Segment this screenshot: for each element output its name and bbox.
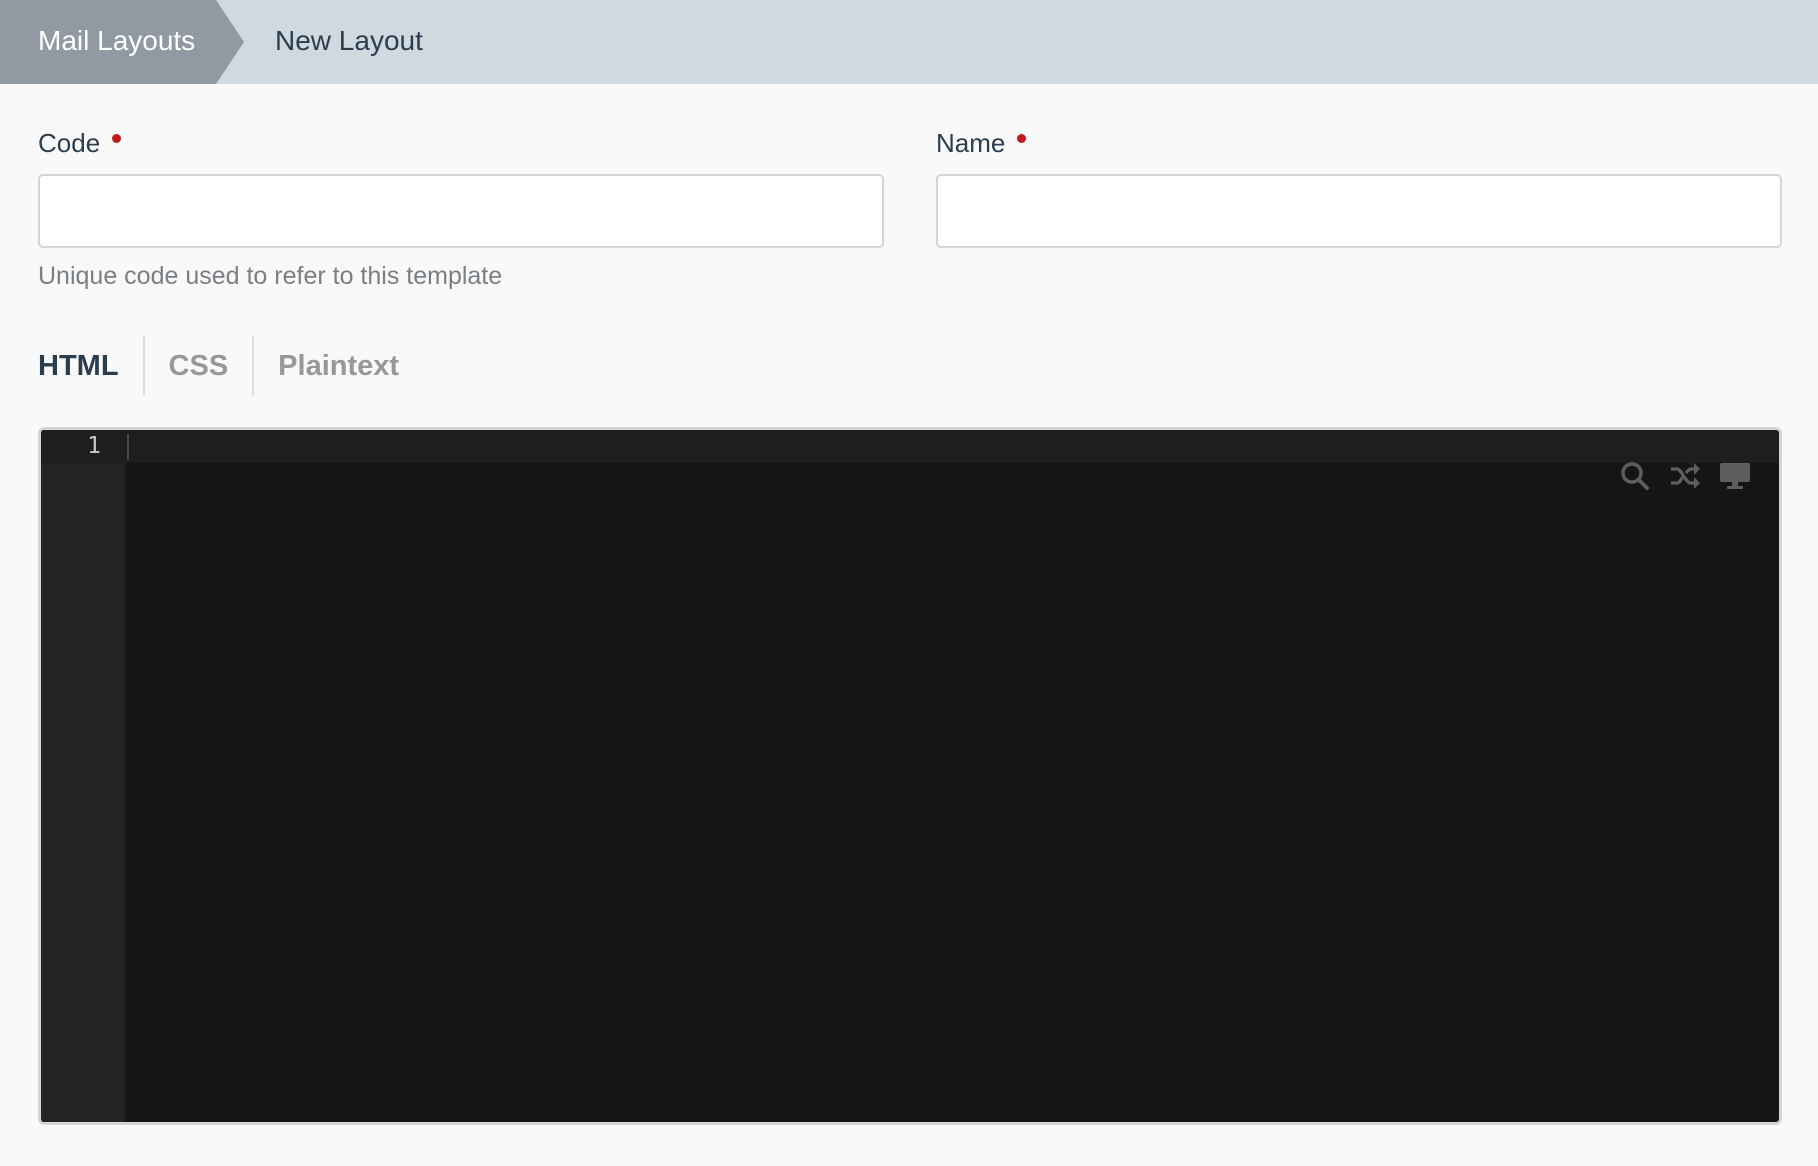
name-input[interactable] — [936, 174, 1782, 248]
breadcrumb: Mail Layouts New Layout — [0, 0, 1818, 84]
tab-css[interactable]: CSS — [142, 336, 253, 396]
search-icon[interactable] — [1619, 460, 1651, 492]
line-number: 1 — [87, 433, 101, 459]
tab-html[interactable]: HTML — [38, 336, 143, 396]
text-cursor — [127, 434, 129, 460]
shuffle-icon[interactable] — [1669, 460, 1701, 492]
code-editor[interactable]: 1 — [38, 427, 1782, 1125]
name-field-label: Name — [936, 128, 1027, 159]
breadcrumb-current: New Layout — [275, 25, 423, 56]
editor-toolbar — [1619, 460, 1751, 492]
active-line — [41, 430, 1779, 463]
editor-tabs: HTML CSS Plaintext — [38, 336, 423, 396]
required-indicator — [112, 134, 122, 143]
name-label-text: Name — [936, 128, 1006, 158]
desktop-icon[interactable] — [1719, 460, 1751, 492]
editor-gutter — [41, 430, 125, 1122]
breadcrumb-parent-label: Mail Layouts — [38, 25, 196, 56]
breadcrumb-parent-link[interactable]: Mail Layouts — [0, 0, 244, 84]
tab-plaintext[interactable]: Plaintext — [252, 336, 423, 396]
required-indicator — [1017, 134, 1027, 143]
code-input[interactable] — [38, 174, 884, 248]
code-help-text: Unique code used to refer to this templa… — [38, 262, 503, 290]
code-field-label: Code — [38, 128, 122, 159]
code-label-text: Code — [38, 128, 101, 158]
